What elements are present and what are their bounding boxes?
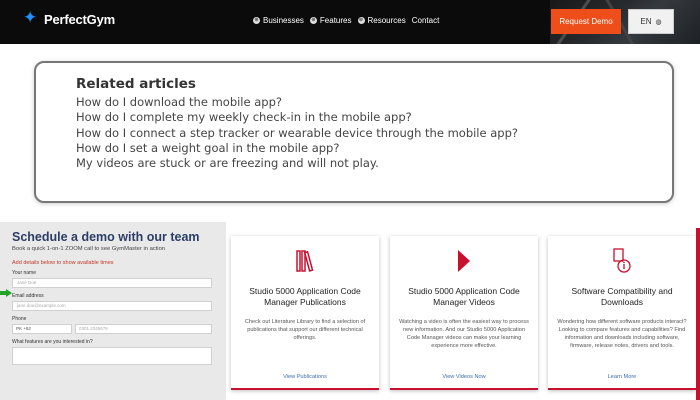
logo-star-icon (23, 10, 40, 27)
nav-label: Businesses (263, 16, 304, 25)
main-nav: ⊕ Businesses ⊕ Features ⊕ Resources Cont… (253, 16, 439, 25)
phone-label: Phone (12, 316, 27, 322)
schedule-title: Schedule a demo with our team (12, 230, 200, 244)
learn-more-link[interactable]: Learn More (548, 374, 696, 380)
interest-label: What features are you interested in? (12, 339, 93, 345)
article-link[interactable]: How do I set a weight goal in the mobile… (76, 141, 672, 156)
card-text: Watching a video is often the easiest wa… (399, 319, 529, 349)
article-link[interactable]: How do I download the mobile app? (76, 95, 672, 110)
article-link[interactable]: My videos are stuck or are freezing and … (76, 156, 672, 171)
language-label: EN (640, 17, 652, 26)
name-label: Your name (12, 270, 36, 276)
request-demo-button[interactable]: Request Demo (551, 9, 621, 34)
globe-icon: ◍ (655, 18, 662, 26)
green-arrow-icon (0, 289, 12, 297)
related-articles-title: Related articles (76, 76, 196, 92)
country-code-select[interactable]: PK +92 (12, 324, 72, 334)
article-link[interactable]: How do I complete my weekly check-in in … (76, 110, 672, 125)
email-label: Email address (12, 293, 44, 299)
schedule-note: Add details below to show available time… (12, 260, 114, 266)
view-videos-link[interactable]: View Videos Now (390, 374, 538, 380)
card-title: Software Compatibility and Downloads (571, 286, 673, 307)
card-text: Check out Literature Library to find a s… (244, 319, 366, 341)
nav-label: Contact (411, 16, 440, 25)
books-icon (239, 246, 371, 276)
card-title: Studio 5000 Application Code Manager Pub… (249, 286, 361, 307)
phone-row: PK +92 0301 2345678 (12, 324, 214, 334)
logo[interactable]: PerfectGym (23, 10, 115, 27)
plus-circle-icon: ⊕ (357, 17, 365, 24)
name-field[interactable]: Jane Doe (12, 278, 212, 288)
schedule-demo-panel: Schedule a demo with our team Book a qui… (0, 222, 226, 400)
related-articles-card: Related articles How do I download the m… (34, 61, 674, 203)
play-icon (398, 246, 530, 276)
card-text: Wondering how different software product… (557, 319, 687, 349)
resource-card-publications[interactable]: Studio 5000 Application Code Manager Pub… (231, 236, 379, 390)
card-title: Studio 5000 Application Code Manager Vid… (408, 286, 520, 307)
interest-textarea[interactable] (12, 347, 212, 365)
top-navigation: PerfectGym ⊕ Businesses ⊕ Features ⊕ Res… (0, 0, 700, 44)
schedule-subtitle: Book a quick 1-on-1 ZOOM call to see Gym… (12, 246, 166, 252)
nav-item-contact[interactable]: Contact (412, 16, 440, 25)
plus-circle-icon: ⊕ (253, 17, 260, 24)
view-publications-link[interactable]: View Publications (231, 374, 379, 380)
phone-field[interactable]: 0301 2345678 (75, 324, 212, 334)
device-info-icon (556, 246, 688, 276)
nav-item-businesses[interactable]: ⊕ Businesses (253, 16, 304, 25)
nav-item-features[interactable]: ⊕ Features (309, 16, 352, 25)
nav-item-resources[interactable]: ⊕ Resources (357, 16, 406, 25)
scrollbar[interactable] (696, 228, 700, 400)
resource-card-videos[interactable]: Studio 5000 Application Code Manager Vid… (390, 236, 538, 390)
logo-text: PerfectGym (44, 11, 115, 27)
resource-card-software[interactable]: Software Compatibility and Downloads Won… (548, 236, 696, 390)
language-selector[interactable]: EN ◍ (628, 9, 674, 34)
nav-label: Resources (367, 16, 406, 25)
email-field[interactable]: jane.doe@example.com (12, 301, 212, 311)
plus-circle-icon: ⊕ (309, 17, 317, 24)
nav-label: Features (319, 16, 352, 25)
article-link[interactable]: How do I connect a step tracker or weara… (76, 126, 672, 141)
